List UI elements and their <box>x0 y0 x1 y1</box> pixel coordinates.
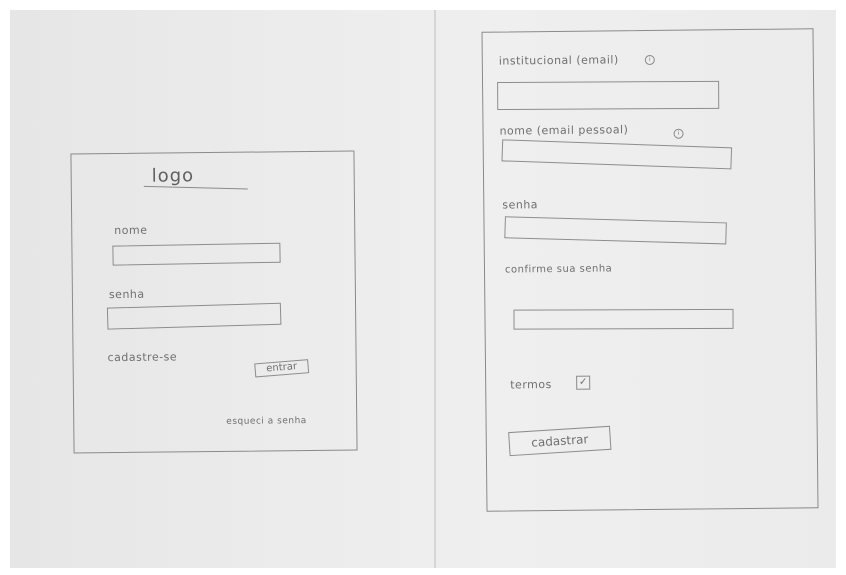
info-icon: i <box>673 128 684 139</box>
password-input[interactable] <box>106 302 282 330</box>
personal-email-input[interactable] <box>501 139 733 170</box>
signup-password-label: senha <box>502 198 539 212</box>
register-link[interactable]: cadastre-se <box>108 350 178 364</box>
logo: logo <box>151 165 195 187</box>
enter-button[interactable]: entrar <box>254 359 310 378</box>
info-icon: i <box>644 54 655 66</box>
login-frame: logo nome senha cadastre-se entrar esque… <box>70 150 358 454</box>
logo-underline <box>143 185 248 190</box>
signup-password-input[interactable] <box>504 216 727 245</box>
institutional-email-label: institucional (email) <box>498 53 619 68</box>
register-button[interactable]: cadastrar <box>508 425 612 457</box>
terms-label: termos <box>510 378 552 392</box>
terms-checkbox[interactable]: ✓ <box>576 375 591 390</box>
confirm-password-input[interactable] <box>513 308 734 330</box>
name-input[interactable] <box>112 242 281 266</box>
paper-fold <box>434 10 436 568</box>
password-label: senha <box>108 287 145 302</box>
signup-frame: institucional (email) i nome (email pess… <box>481 28 819 512</box>
name-label: nome <box>114 223 148 238</box>
confirm-password-label: confirme sua senha <box>504 263 613 276</box>
forgot-password-link[interactable]: esqueci a senha <box>226 416 307 427</box>
personal-email-label: nome (email pessoal) <box>499 123 629 138</box>
institutional-email-input[interactable] <box>497 80 720 111</box>
